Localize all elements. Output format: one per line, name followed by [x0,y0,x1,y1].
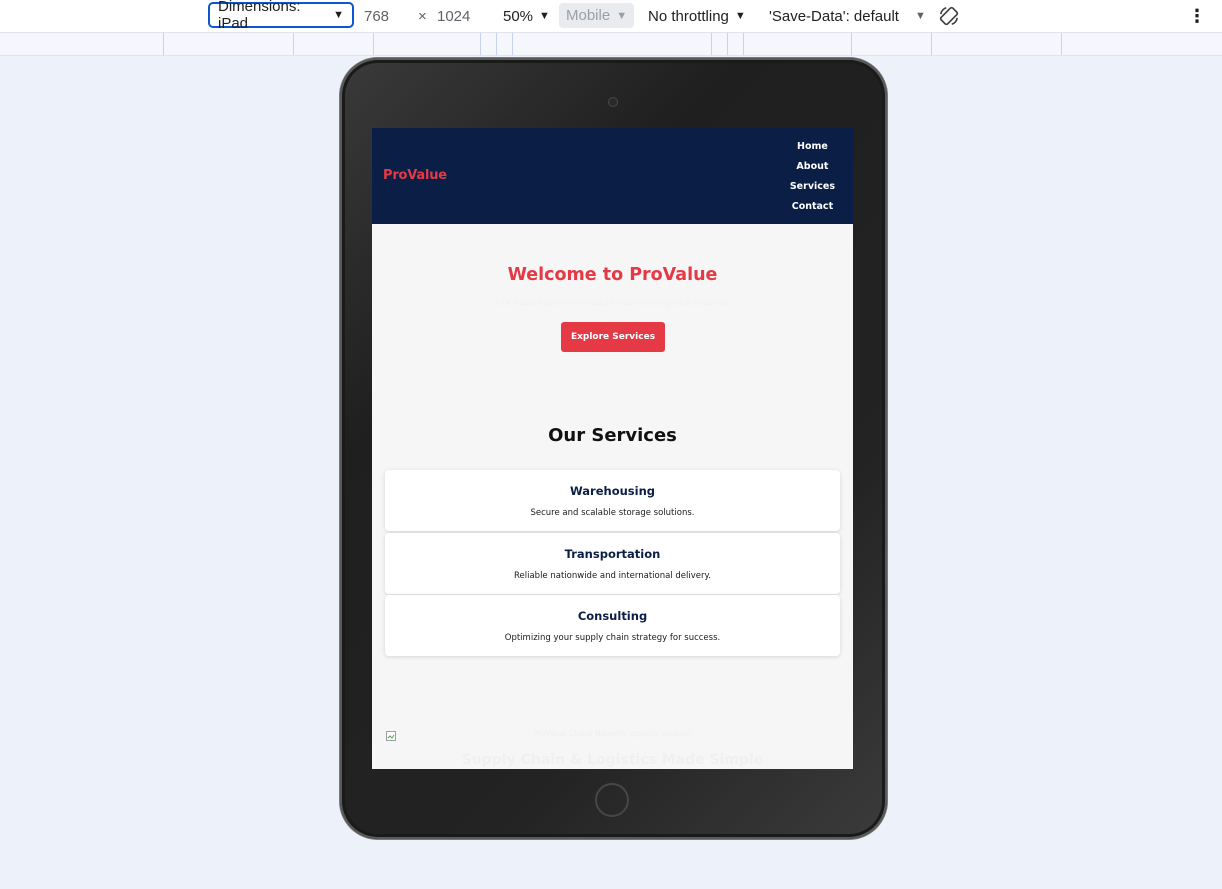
times-icon: × [418,7,427,25]
camera-icon [608,97,618,107]
hero-title: Welcome to ProValue [507,265,718,285]
site-logo[interactable]: ProValue [383,168,447,183]
nav-link-about[interactable]: About [790,160,835,180]
nav-link-contact[interactable]: Contact [790,200,835,220]
home-button [595,783,629,817]
site-header: ProValue Home About Services Contact [372,128,853,224]
service-card-desc: Secure and scalable storage solutions. [530,508,695,518]
media-query-ruler [0,32,1222,56]
service-card-title: Transportation [564,547,661,561]
save-data-label: 'Save-Data': default [769,7,899,25]
dimensions-select[interactable]: Dimensions: iPad ▼ [208,0,354,32]
throttling-select[interactable]: No throttling ▼ [648,0,746,32]
zoom-select[interactable]: 50% ▼ [503,0,550,32]
caret-down-icon: ▼ [616,9,628,22]
caret-down-icon: ▼ [734,10,746,22]
device-toolbar: Dimensions: iPad ▼ 768 × 1024 50% ▼ Mobi… [0,0,1222,32]
width-input[interactable]: 768 [364,0,389,32]
services-heading: Our Services [548,425,677,446]
throttling-label: No throttling [648,7,729,25]
service-card-desc: Optimizing your supply chain strategy fo… [504,633,721,643]
service-card-title: Consulting [577,609,648,623]
nav-link-home[interactable]: Home [790,140,835,160]
service-card: Consulting Optimizing your supply chain … [385,595,840,656]
more-vertical-icon[interactable]: ⋮ [1188,0,1206,32]
explore-services-button[interactable]: Explore Services [561,322,665,352]
image-alt-text: ProValue Global Network logistics soluti… [533,729,692,738]
site-nav: Home About Services Contact [790,140,835,220]
device-type-label: Mobile [566,7,611,24]
service-card-desc: Reliable nationwide and international de… [513,571,711,581]
caret-down-icon: ▼ [914,10,926,22]
nav-link-services[interactable]: Services [790,180,835,200]
emulated-viewport: ProValue Home About Services Contact Wel… [372,128,853,769]
section-heading: Supply Chain & Logistics Made Simple [461,752,764,768]
caret-down-icon: ▼ [539,10,550,22]
service-card-title: Warehousing [570,484,655,498]
dimensions-label: Dimensions: iPad [218,0,301,32]
caret-down-icon: ▼ [333,9,344,21]
service-card: Transportation Reliable nationwide and i… [385,533,840,594]
height-input[interactable]: 1024 [437,0,470,32]
service-card: Warehousing Secure and scalable storage … [385,470,840,531]
zoom-label: 50% [503,7,534,25]
device-type-select[interactable]: Mobile ▼ [559,3,635,28]
hero-subtitle: Your trusted partner in supply chain and… [493,298,732,307]
rotate-icon[interactable] [937,0,961,32]
save-data-select[interactable]: 'Save-Data': default ▼ [769,0,926,32]
